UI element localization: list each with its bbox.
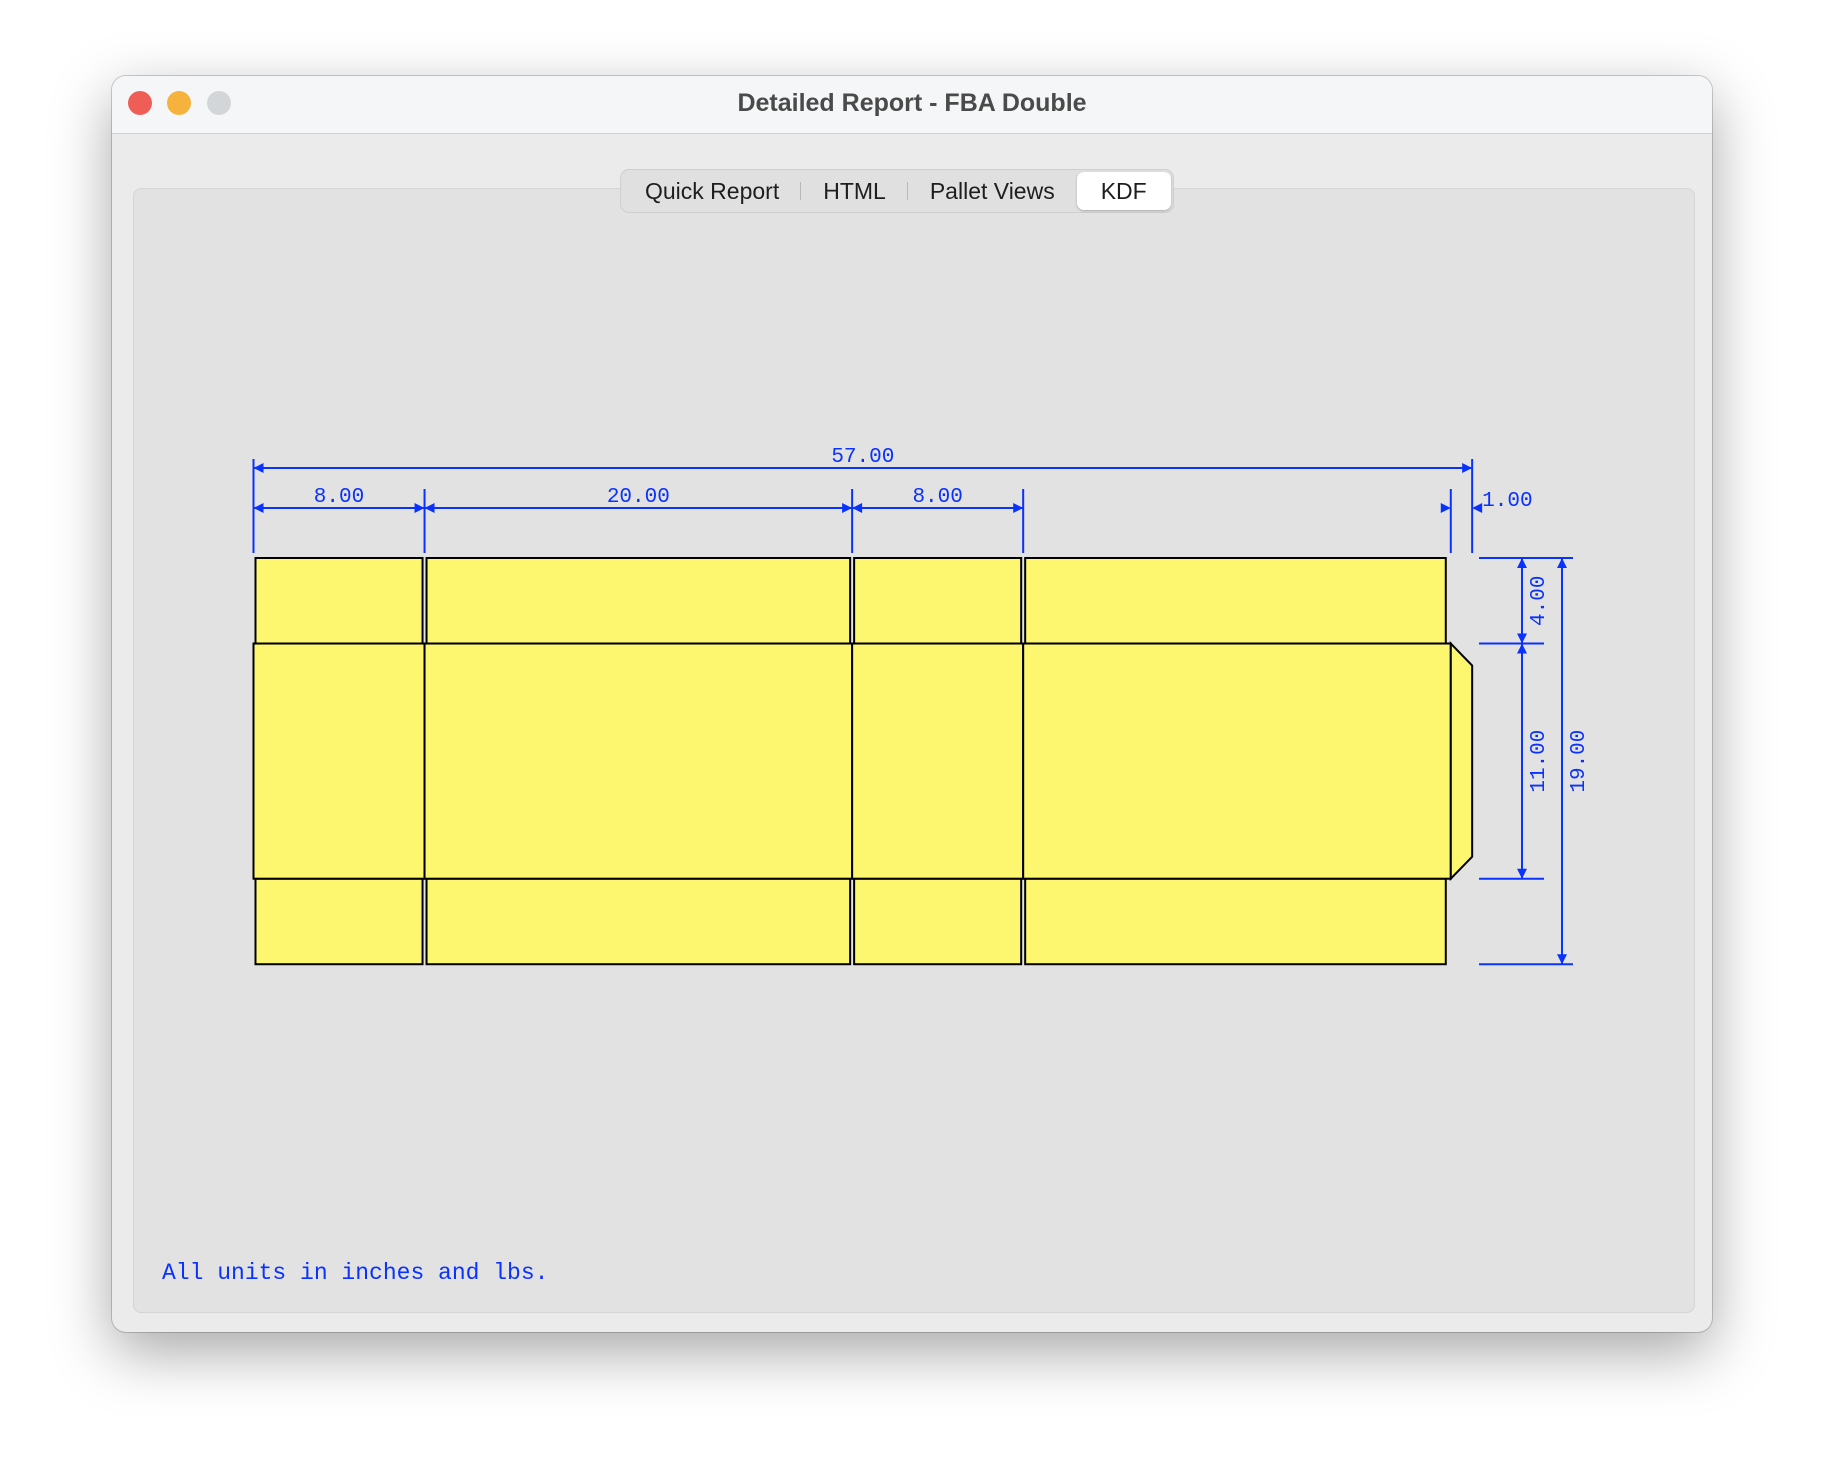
arrowhead — [1013, 503, 1024, 513]
bottom-flap — [853, 877, 1023, 966]
bottom-flap — [254, 877, 424, 966]
body-panel — [1022, 642, 1452, 880]
dimension-label-overall-width: 57.00 — [831, 446, 894, 469]
arrowhead — [1517, 643, 1527, 654]
dimension-label-overall-height: 19.00 — [1568, 730, 1591, 793]
glue-flap — [1449, 641, 1474, 882]
bottom-flap — [425, 877, 852, 966]
bottom-flap — [1024, 877, 1447, 966]
arrowhead — [253, 503, 264, 513]
arrowhead — [1462, 463, 1473, 473]
body-panel — [252, 642, 426, 880]
dimension-label-flap-height: 4.00 — [1528, 576, 1551, 626]
kdf-drawing: 57.00 8.00 20.00 8.00 1.00 4.00 11.00 19.00 — [252, 446, 1591, 966]
top-flap — [853, 557, 1023, 645]
arrowhead — [1472, 503, 1483, 513]
dimension-label-body-height: 11.00 — [1528, 730, 1551, 793]
top-flap — [254, 557, 424, 645]
arrowhead — [1517, 868, 1527, 879]
body-panel — [851, 642, 1025, 880]
arrowhead — [852, 503, 863, 513]
top-flap — [1024, 557, 1447, 645]
arrowhead — [842, 503, 853, 513]
arrowhead — [1517, 633, 1527, 644]
arrowhead — [1517, 558, 1527, 568]
dimension-label-panel-width: 20.00 — [607, 486, 670, 509]
arrowhead — [1557, 954, 1567, 965]
arrowhead — [1440, 503, 1451, 513]
body-panel — [423, 642, 854, 880]
dimension-label-glue-flap: 1.00 — [1482, 490, 1532, 513]
arrowhead — [1557, 558, 1567, 568]
arrowhead — [414, 503, 425, 513]
arrowhead — [253, 463, 264, 473]
dimension-label-panel-width: 8.00 — [912, 486, 962, 509]
dimension-label-panel-width: 8.00 — [314, 486, 364, 509]
top-flap — [425, 557, 852, 645]
arrowhead — [424, 503, 435, 513]
